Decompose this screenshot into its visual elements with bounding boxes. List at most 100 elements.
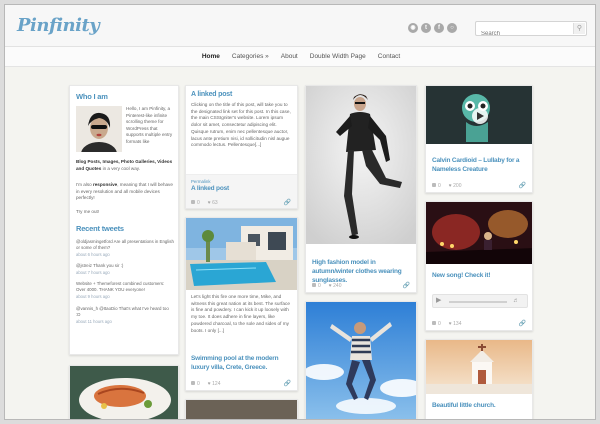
song-meta: 0 ♥ 134: [432, 321, 461, 327]
jump-post-card[interactable]: [305, 301, 417, 419]
church-post-card: Beautiful little church.: [425, 339, 533, 419]
views-count: 0: [191, 200, 200, 206]
cardioid-meta: 0 ♥ 200: [432, 183, 461, 189]
views-value: 0: [438, 183, 441, 189]
volume-icon[interactable]: ♬: [513, 298, 525, 305]
tweet-item: @jstreiz Thank you sir :) about 7 hours …: [76, 263, 174, 276]
fashion-meta: 0 ♥ 240: [312, 283, 341, 289]
song-post-card: New song! Check it! ▶ ♬ 0 ♥ 134 🔗: [425, 201, 533, 331]
tweet-time[interactable]: about 9 hours ago: [76, 293, 174, 300]
pool-image[interactable]: [186, 218, 298, 290]
church-title[interactable]: Beautiful little church.: [432, 402, 496, 409]
linked-post-card: A linked post Clicking on the title of t…: [185, 85, 298, 209]
play-button[interactable]: ▶: [436, 297, 444, 305]
linked-post-title[interactable]: A linked post: [191, 91, 292, 98]
pool-meta: 0 ♥ 124: [191, 381, 220, 387]
linked-post-sub[interactable]: A linked post: [191, 185, 294, 192]
header: Pinfinity ◉ t f ○ ⚲: [5, 5, 595, 47]
song-title[interactable]: New song! Check it!: [432, 272, 491, 279]
browser-frame: Pinfinity ◉ t f ○ ⚲ Home Categories » Ab…: [4, 4, 596, 420]
about-formats-tail: in a very cool way.: [102, 165, 141, 171]
link-icon[interactable]: 🔗: [284, 199, 291, 206]
pool-body: Let's light this fire one more time, Mik…: [191, 294, 290, 333]
likes-count[interactable]: ♥ 63: [208, 200, 218, 206]
tweet-time[interactable]: about 11 hours ago: [76, 318, 174, 325]
responsive-bold: responsive: [92, 182, 118, 187]
about-formats-block: Blog Posts, Images, Photo Galleries, Vid…: [76, 159, 174, 172]
dribbble-icon[interactable]: ○: [447, 23, 457, 33]
views-value: 0: [197, 381, 200, 387]
twitter-icon[interactable]: t: [421, 23, 431, 33]
link-icon[interactable]: 🔗: [519, 182, 526, 189]
next-post-preview[interactable]: [185, 399, 298, 419]
search-icon[interactable]: ⚲: [573, 23, 585, 34]
views-value: 0: [318, 283, 321, 289]
tweet-text[interactable]: @oldjasmingetford Are all presentations …: [76, 239, 174, 251]
link-icon[interactable]: 🔗: [519, 320, 526, 327]
about-widget: Who I am Hello, I am Pinfinity, a Pinter…: [69, 85, 179, 355]
eye-icon: [312, 283, 316, 287]
rss-icon[interactable]: ◉: [408, 23, 418, 33]
tweet-text[interactable]: @vannis_h @ItaoDio That's what I've hear…: [76, 306, 174, 318]
views-value: 0: [438, 321, 441, 327]
cardioid-title[interactable]: Calvin Cardioid – Lullaby for a Nameless…: [432, 156, 530, 174]
eye-icon: [432, 183, 436, 187]
nav-contact[interactable]: Contact: [378, 53, 400, 60]
try-me-link[interactable]: Try me out!: [76, 208, 99, 215]
likes-count[interactable]: ♥ 240: [329, 283, 342, 289]
tweet-time[interactable]: about 7 hours ago: [76, 269, 174, 276]
audio-player: ▶ ♬: [432, 294, 528, 308]
about-responsive: I'm also responsive, meaning that I will…: [76, 182, 174, 202]
eye-icon: [191, 381, 195, 385]
likes-count[interactable]: ♥ 134: [449, 321, 462, 327]
nav-home[interactable]: Home: [202, 53, 220, 60]
search-input[interactable]: [476, 27, 568, 41]
tweet-item: @oldjasmingetford Are all presentations …: [76, 239, 174, 258]
permalink-link[interactable]: Permalink: [191, 178, 294, 185]
likes-value: 240: [333, 283, 342, 289]
tweet-item: Website + Themeforest combined customers…: [76, 281, 174, 300]
site-logo[interactable]: Pinfinity: [17, 15, 100, 36]
fashion-post-card: High fashion model in autumn/winter clot…: [305, 85, 417, 293]
views-count: 0: [191, 381, 200, 387]
likes-value: 124: [212, 381, 221, 387]
pool-title[interactable]: Swimming pool at the modern luxury villa…: [191, 354, 294, 372]
likes-count[interactable]: ♥ 124: [208, 381, 221, 387]
seek-bar[interactable]: [449, 301, 507, 303]
tweet-text[interactable]: Website + Themeforest combined customers…: [76, 281, 174, 293]
likes-value: 63: [212, 200, 218, 206]
main-nav: Home Categories » About Double Width Pag…: [5, 47, 595, 67]
avatar: [76, 106, 122, 152]
fashion-image[interactable]: [306, 86, 417, 244]
link-icon[interactable]: 🔗: [284, 380, 291, 387]
likes-value: 134: [453, 321, 462, 327]
views-count: 0: [312, 283, 321, 289]
concert-image[interactable]: [426, 202, 533, 264]
views-count: 0: [432, 183, 441, 189]
eye-icon: [191, 200, 195, 204]
link-icon[interactable]: 🔗: [403, 282, 410, 289]
nav-categories[interactable]: Categories »: [232, 53, 269, 60]
food-image: [70, 366, 178, 419]
facebook-icon[interactable]: f: [434, 23, 444, 33]
tweets-title: Recent tweets: [76, 224, 124, 233]
tweet-list: @oldjasmingetford Are all presentations …: [76, 239, 174, 330]
tweet-time[interactable]: about 6 hours ago: [76, 251, 174, 258]
views-count: 0: [432, 321, 441, 327]
pool-post-card: Let's light this fire one more time, Mik…: [185, 217, 298, 391]
nav-about[interactable]: About: [281, 53, 298, 60]
eye-icon: [432, 321, 436, 325]
cardioid-post-card: Calvin Cardioid – Lullaby for a Nameless…: [425, 85, 533, 193]
food-post[interactable]: [69, 365, 179, 419]
church-image[interactable]: [426, 340, 533, 394]
likes-value: 200: [453, 183, 462, 189]
about-intro: Hello, I am Pinfinity, a Pinterest-like …: [126, 106, 173, 144]
fashion-title[interactable]: High fashion model in autumn/winter clot…: [312, 258, 412, 285]
about-title: Who I am: [76, 92, 108, 101]
cardioid-video[interactable]: [426, 86, 533, 144]
nav-double-width[interactable]: Double Width Page: [310, 53, 366, 60]
social-links: ◉ t f ○: [408, 23, 457, 33]
likes-count[interactable]: ♥ 200: [449, 183, 462, 189]
responsive-pre: I'm also: [76, 182, 92, 187]
search-box: ⚲: [475, 21, 587, 41]
